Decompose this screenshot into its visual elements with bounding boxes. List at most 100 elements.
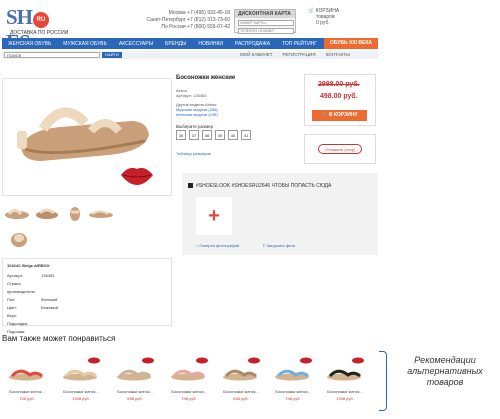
shoe-image <box>117 369 151 381</box>
shoe-image <box>223 369 257 381</box>
specs-title: 10324C Beige AIRBOX <box>7 263 50 268</box>
spec-row: Подкладка: <box>7 320 167 328</box>
thumbnail-strip <box>2 200 172 255</box>
other-models: Другие модели Airbox: Мужские модели (26… <box>176 102 218 117</box>
size-option[interactable]: 38 <box>202 130 212 140</box>
thumbnail[interactable] <box>62 204 88 222</box>
nav-accessories[interactable]: АКСЕССУАРЫ <box>113 41 159 47</box>
product-brand: Airbox Артикул: 135453 <box>176 88 206 98</box>
shoe-image <box>327 369 361 381</box>
main-nav: ЖЕНСКАЯ ОБУВЬ МУЖСКАЯ ОБУВЬ АКСЕССУАРЫ Б… <box>2 38 378 49</box>
thumbnail[interactable] <box>34 204 60 222</box>
gallery-link[interactable]: ⌂ Галерея фотографий <box>196 243 239 248</box>
search-button[interactable]: НАЙТИ <box>102 52 122 58</box>
size-selector: 36 37 38 39 40 41 <box>176 130 251 140</box>
recommendation-name: Босоножки женск... <box>171 389 207 394</box>
sandal-image <box>17 107 149 161</box>
spec-value: 135453 <box>41 273 55 278</box>
shoe-image <box>63 369 97 381</box>
recommendation-price: 798 руб. <box>285 396 301 401</box>
recommendation-card[interactable]: Босоножки женск... 1398 руб. <box>322 355 368 410</box>
add-photo-tile[interactable]: + <box>196 197 232 235</box>
spec-label: Страна производитель: <box>7 281 36 294</box>
recommendation-card[interactable]: Босоножки женск... 698 руб. <box>112 355 158 410</box>
product-specs: 10324C Beige AIRBOX Артикул: 135453 Стран… <box>2 258 172 334</box>
spec-label: Цвет: <box>7 305 18 310</box>
women-models-link[interactable]: Женские модели (195) <box>176 112 218 117</box>
thumbnail[interactable] <box>6 228 32 247</box>
size-option[interactable]: 41 <box>241 130 251 140</box>
register-link[interactable]: РЕГИСТРАЦИЯ <box>283 52 316 57</box>
recommendation-card[interactable]: Босоножки женск... 698 руб. <box>218 355 264 410</box>
nav-promo[interactable]: ОБУВЬ XXI ВЕКА <box>323 38 378 49</box>
lips-logo-icon <box>142 357 154 364</box>
account-link[interactable]: МОЙ КАБИНЕТ <box>240 52 273 57</box>
nav-sale[interactable]: РАСПРОДАЖА <box>229 41 276 47</box>
search-input[interactable]: ПОИСК <box>4 52 100 58</box>
upload-label: Загрузить фото <box>266 243 296 248</box>
upload-photo-link[interactable]: ⇪ Загрузить фото <box>262 243 295 248</box>
contacts-link[interactable]: КОНТАКТЫ <box>326 52 350 57</box>
size-option[interactable]: 39 <box>215 130 225 140</box>
nav-brands[interactable]: БРЕНДЫ <box>159 41 192 47</box>
wishlist-button[interactable]: Отложить (хочу) <box>318 144 362 154</box>
recommendation-name: Босоножки женск... <box>275 389 311 394</box>
recommendations-title: Вам также может понравиться <box>2 334 116 343</box>
gallery-label: Галерея фотографий <box>199 243 240 248</box>
lips-logo-icon <box>121 167 153 185</box>
spec-label: Пол: <box>7 297 16 302</box>
bracket <box>379 351 387 411</box>
recommendation-card[interactable]: Босоножки женск... 798 руб. <box>270 355 316 410</box>
recommendation-price: 698 руб. <box>127 396 143 401</box>
tagline: ДОСТАВКА ПО РОССИИ <box>10 30 69 36</box>
recommendation-price: 798 руб. <box>19 396 35 401</box>
annotation: Рекомендации альтернативных товаров <box>407 355 483 387</box>
account-links: МОЙ КАБИНЕТ РЕГИСТРАЦИЯ КОНТАКТЫ <box>240 52 350 57</box>
size-option[interactable]: 37 <box>189 130 199 140</box>
instagram-icon <box>188 183 193 188</box>
add-to-cart-button[interactable]: 🛒 В КОРЗИНУ <box>312 110 367 121</box>
shoe-image <box>275 369 309 381</box>
cart-icon: 🛒 <box>308 8 315 14</box>
shoe-image <box>9 369 43 381</box>
size-option[interactable]: 36 <box>176 130 186 140</box>
lips-logo-icon <box>88 357 100 364</box>
phone-russia: По России +7 (800) 555-07-42 <box>161 24 230 30</box>
plus-icon: + <box>208 205 220 227</box>
recommendation-card[interactable]: Босоножки женск... 1398 руб. <box>58 355 104 410</box>
product-main-image[interactable] <box>2 78 172 196</box>
article-number: Артикул: 135453 <box>176 93 207 98</box>
phone-list: Москва +7 (495) 933-45-18 Санкт-Петербур… <box>140 10 230 31</box>
recommendation-price: 698 руб. <box>233 396 249 401</box>
recommendation-name: Босоножки женск... <box>9 389 45 394</box>
recommendation-price: 1398 руб. <box>336 396 354 401</box>
cart[interactable]: 🛒 КОРЗИНА товаров 0 руб. <box>308 8 368 26</box>
nav-men[interactable]: МУЖСКАЯ ОБУВЬ <box>57 41 113 47</box>
spec-value: Бежевый <box>41 305 58 310</box>
size-option[interactable]: 40 <box>228 130 238 140</box>
shoe-image <box>171 369 205 381</box>
old-price: 2998.00 руб. <box>318 81 360 88</box>
discount-card-box: ДИСКОНТНАЯ КАРТА НОМЕР КАРТЫ ТЕЛЕФОН / Е… <box>234 9 296 34</box>
recommendation-price: 1398 руб. <box>72 396 90 401</box>
spec-value: Женский <box>41 297 58 302</box>
recommendation-price: 798 руб. <box>181 396 197 401</box>
recommendation-card[interactable]: Босоножки женск... 798 руб. <box>166 355 212 410</box>
thumbnail[interactable] <box>88 204 114 222</box>
spec-label: Подкладка: <box>7 321 29 326</box>
spec-label: Артикул: <box>7 273 24 278</box>
nav-top[interactable]: ТОП РЕЙТИНГ <box>276 41 323 47</box>
lips-logo-icon <box>196 357 208 364</box>
discount-phone-input[interactable]: ТЕЛЕФОН / Е-МАЙЛ <box>238 28 294 34</box>
size-table-link[interactable]: Таблица размеров <box>176 151 211 156</box>
phone-spb: Санкт-Петербург +7 (812) 313-73-60 <box>146 17 230 23</box>
thumbnail[interactable] <box>4 204 30 222</box>
recommendation-card[interactable]: Босоножки женск... 798 руб. <box>4 355 50 410</box>
nav-new[interactable]: НОВИНКИ <box>192 41 229 47</box>
spec-row: Страна производитель: <box>7 280 167 296</box>
lips-logo-icon <box>300 357 312 364</box>
spec-row: Верх: <box>7 312 167 320</box>
discount-card-input[interactable]: НОМЕР КАРТЫ <box>238 20 294 26</box>
recommendation-name: Босоножки женск... <box>327 389 363 394</box>
nav-women[interactable]: ЖЕНСКАЯ ОБУВЬ <box>2 41 57 47</box>
